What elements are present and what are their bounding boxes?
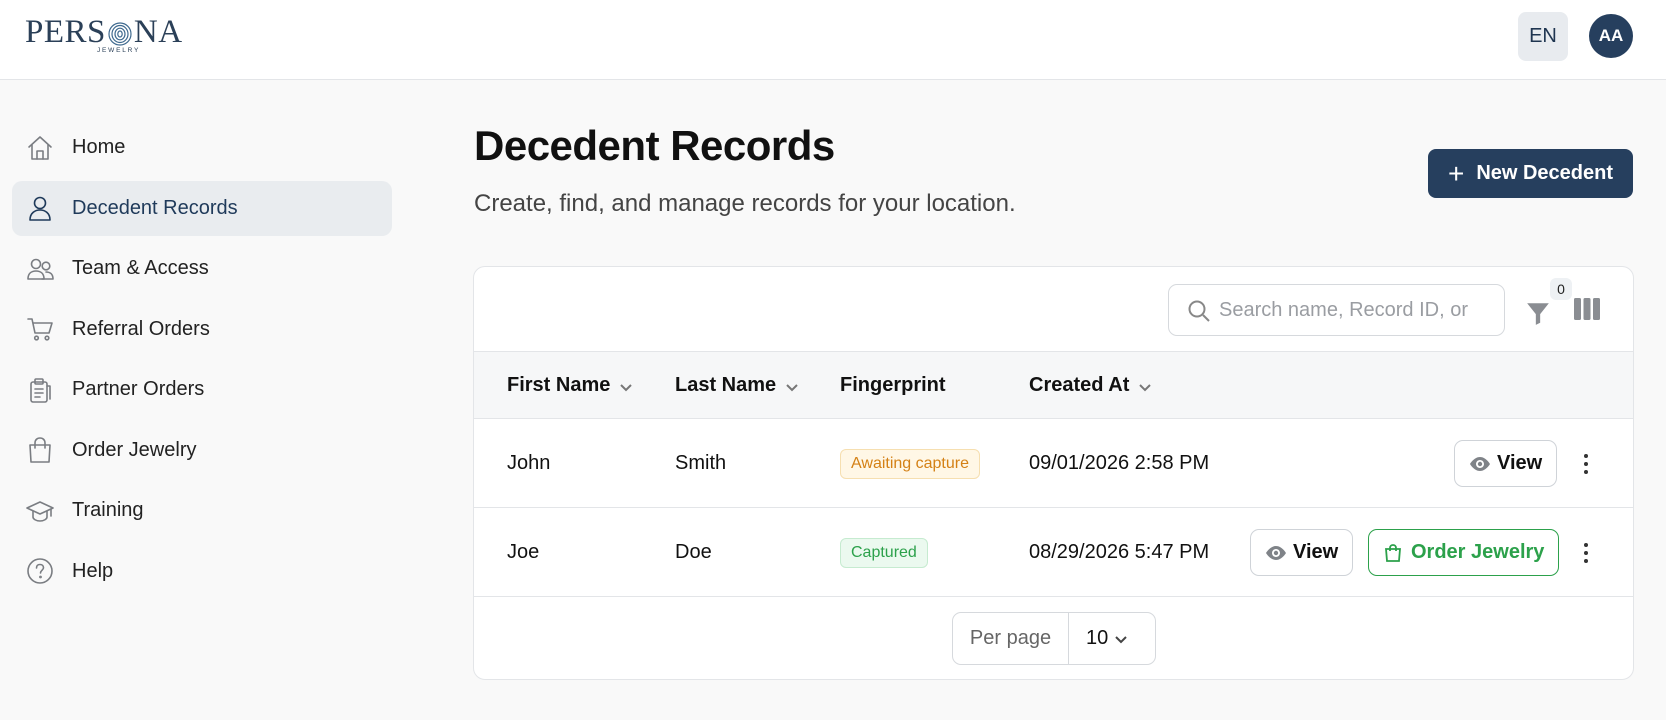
column-header-created-at[interactable]: Created At xyxy=(1029,352,1153,419)
view-button[interactable]: View xyxy=(1454,440,1558,487)
cell-fingerprint: Awaiting capture xyxy=(840,419,980,508)
chevron-down-icon xyxy=(1115,635,1127,643)
filter-button[interactable] xyxy=(1525,294,1553,328)
logo-subtext: JEWELRY xyxy=(97,47,141,54)
sidebar-item-team-access[interactable]: Team & Access xyxy=(12,241,392,296)
order-jewelry-button[interactable]: Order Jewelry xyxy=(1368,529,1560,576)
logo-text-right: NA xyxy=(133,14,183,50)
sidebar-item-label: Order Jewelry xyxy=(72,438,197,461)
cell-last-name: Doe xyxy=(675,541,712,563)
order-jewelry-label: Order Jewelry xyxy=(1411,541,1545,563)
sidebar-item-help[interactable]: Help xyxy=(12,544,392,599)
users-icon xyxy=(25,254,55,284)
plus-icon: + xyxy=(1447,157,1465,189)
new-decedent-button[interactable]: + New Decedent xyxy=(1428,149,1633,198)
cell-created-at: 09/01/2026 2:58 PM xyxy=(1029,452,1210,474)
cell-fingerprint: Captured xyxy=(840,508,928,597)
sidebar-item-label: Referral Orders xyxy=(72,317,210,340)
view-button-label: View xyxy=(1293,541,1339,563)
language-button[interactable]: EN xyxy=(1518,12,1568,61)
column-header-last-name[interactable]: Last Name xyxy=(675,352,800,419)
cell-first-name: Joe xyxy=(507,541,540,563)
cell-first-name: John xyxy=(507,452,551,474)
logo-text-left: PERS xyxy=(25,14,106,50)
per-page-select[interactable]: 10 xyxy=(1069,613,1155,664)
table-toolbar: 0 xyxy=(474,267,1633,352)
help-circle-icon xyxy=(25,556,55,586)
shopping-bag-icon xyxy=(1385,543,1401,562)
cell-last-name: Smith xyxy=(675,452,727,474)
new-decedent-label: New Decedent xyxy=(1476,162,1614,184)
column-label: Fingerprint xyxy=(840,374,946,396)
cart-icon xyxy=(25,314,55,344)
chevron-down-icon xyxy=(784,378,800,394)
per-page-label: Per page xyxy=(953,613,1069,664)
columns-icon xyxy=(1574,298,1600,320)
chevron-down-icon xyxy=(618,378,634,394)
per-page-value: 10 xyxy=(1086,627,1109,649)
sidebar-item-order-jewelry[interactable]: Order Jewelry xyxy=(12,423,392,478)
status-badge: Captured xyxy=(840,537,928,568)
top-bar: PERS NA JEWELRY EN AA xyxy=(0,0,1666,80)
pagination: Per page 10 xyxy=(952,612,1156,665)
sidebar-item-label: Team & Access xyxy=(72,257,209,279)
cell-created-at: 08/29/2026 5:47 PM xyxy=(1029,541,1210,563)
graduation-cap-icon xyxy=(25,496,55,526)
page-subtitle: Create, find, and manage records for you… xyxy=(474,190,1016,217)
user-icon xyxy=(25,193,55,223)
view-button[interactable]: View xyxy=(1250,529,1354,576)
fingerprint-logo-icon xyxy=(107,19,133,46)
column-label: First Name xyxy=(507,374,611,396)
column-header-fingerprint: Fingerprint xyxy=(840,352,946,419)
sidebar-item-decedent-records[interactable]: Decedent Records xyxy=(12,180,392,236)
eye-icon xyxy=(1470,456,1490,471)
home-icon xyxy=(25,133,55,163)
sidebar-item-training[interactable]: Training xyxy=(12,483,392,538)
shopping-bag-icon xyxy=(25,435,55,465)
column-header-first-name[interactable]: First Name xyxy=(507,352,634,419)
sidebar-item-label: Home xyxy=(72,136,126,158)
filter-icon xyxy=(1527,303,1549,325)
search-box[interactable] xyxy=(1168,284,1505,336)
clipboard-icon xyxy=(25,375,55,405)
view-button-label: View xyxy=(1497,452,1543,474)
more-actions-icon[interactable] xyxy=(1581,451,1591,477)
search-icon xyxy=(1188,300,1210,322)
column-label: Last Name xyxy=(675,374,777,396)
search-input[interactable] xyxy=(1219,298,1469,322)
filter-count-badge: 0 xyxy=(1550,278,1572,300)
sidebar-item-label: Help xyxy=(72,559,114,582)
table-row: John Smith Awaiting capture 09/01/2026 2… xyxy=(474,419,1633,508)
sidebar-item-referral-orders[interactable]: Referral Orders xyxy=(12,302,392,357)
chevron-down-icon xyxy=(1137,378,1153,394)
status-badge: Awaiting capture xyxy=(840,448,980,479)
eye-icon xyxy=(1266,545,1286,560)
sidebar-item-label: Decedent Records xyxy=(72,196,238,219)
user-avatar[interactable]: AA xyxy=(1589,14,1633,58)
sidebar-item-home[interactable]: Home xyxy=(12,120,392,175)
persona-logo[interactable]: PERS NA JEWELRY xyxy=(25,14,182,58)
more-actions-icon[interactable] xyxy=(1581,540,1591,566)
table-row: Joe Doe Captured 08/29/2026 5:47 PM View… xyxy=(474,508,1633,597)
column-label: Created At xyxy=(1029,374,1130,396)
columns-button[interactable] xyxy=(1574,298,1600,322)
records-card: 0 First Name Last Name Fingerprint Creat… xyxy=(473,266,1634,680)
page-title: Decedent Records xyxy=(474,122,835,169)
table-header: First Name Last Name Fingerprint Created… xyxy=(474,352,1633,419)
sidebar-item-label: Partner Orders xyxy=(72,378,205,400)
sidebar-item-partner-orders[interactable]: Partner Orders xyxy=(12,362,392,417)
sidebar-nav: Home Decedent Records Team & Access Refe… xyxy=(12,120,392,604)
sidebar-item-label: Training xyxy=(72,499,144,521)
